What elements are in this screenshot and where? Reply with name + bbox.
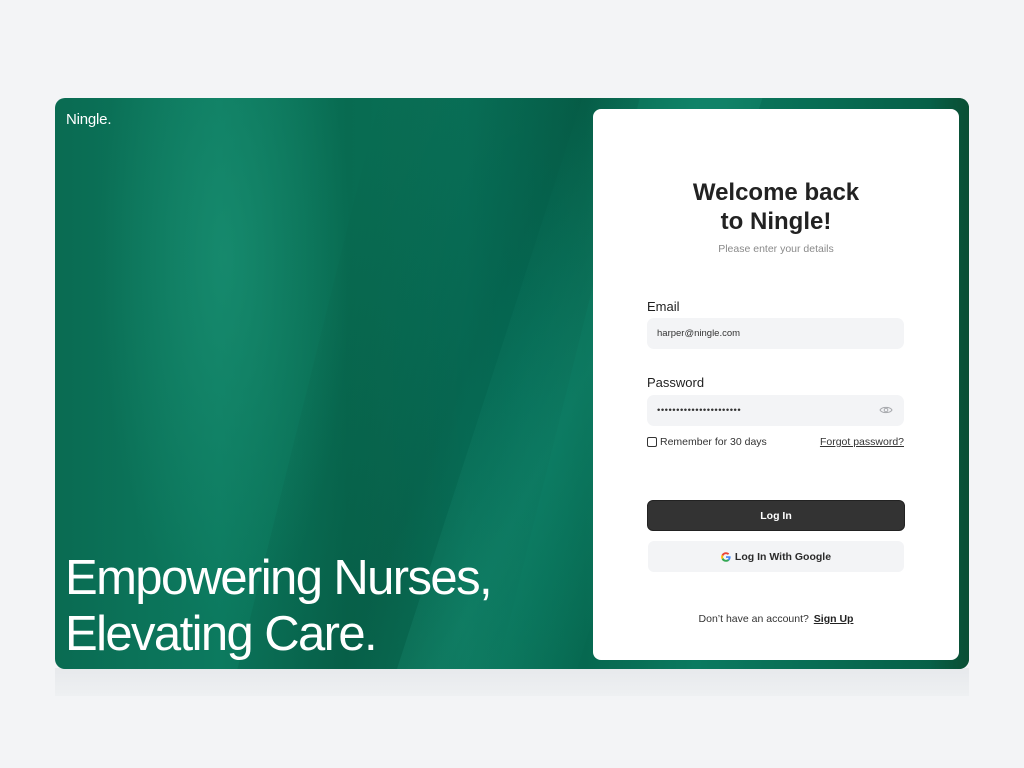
hero-tagline-line-1: Empowering Nurses, [65,551,493,605]
remember-me-label[interactable]: Remember for 30 days [660,436,767,448]
hero-tagline: Empowering Nurses, Elevating Care. [65,550,585,662]
eye-icon[interactable] [879,405,893,415]
page-shadow [55,668,969,696]
email-label: Email [647,299,680,314]
google-icon [721,551,731,562]
google-login-button[interactable]: Log In With Google [648,541,904,572]
login-button[interactable]: Log In [647,500,905,531]
login-subtitle: Please enter your details [718,243,834,255]
forgot-password-link[interactable]: Forgot password? [820,436,904,448]
hero-tagline-line-2: Elevating Care. [65,607,378,661]
login-card: Welcome back to Ningle! Please enter you… [593,109,959,660]
signup-link[interactable]: Sign Up [814,613,854,625]
password-field[interactable] [647,395,904,426]
login-title-line-1: Welcome back [692,179,860,206]
signup-row: Don’t have an account? Sign Up [593,613,959,625]
brand-logo[interactable]: Ningle. [66,111,111,128]
google-login-label: Log In With Google [734,550,832,563]
login-title: Welcome back to Ningle! [593,178,959,236]
email-field[interactable] [647,318,904,349]
checkbox-box[interactable] [647,437,657,447]
remember-me-checkbox[interactable]: Remember for 30 days [647,436,767,448]
signup-prompt: Don’t have an account? [698,613,809,625]
password-label: Password [647,375,705,390]
login-title-line-2: to Ningle! [720,208,832,235]
